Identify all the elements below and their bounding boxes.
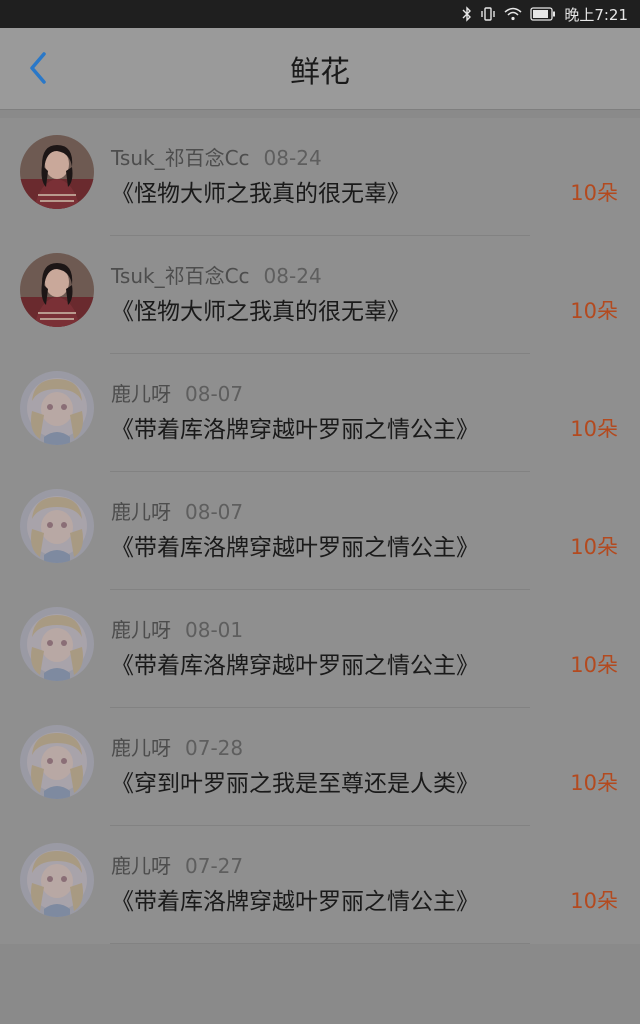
list-item[interactable]: 鹿儿呀 07-27 《带着库洛牌穿越叶罗丽之情公主》 10朵: [0, 826, 640, 944]
gift-date: 08-01: [185, 618, 244, 642]
avatar[interactable]: [20, 253, 94, 327]
top-navigation-bar: 鲜花: [0, 28, 640, 110]
flower-count: 10朵: [570, 889, 618, 913]
sender-meta: Tsuk_祁百念Cc 08-24: [111, 142, 322, 171]
gift-date: 07-28: [185, 736, 244, 760]
sender-meta: 鹿儿呀 07-28: [111, 732, 243, 761]
list-item[interactable]: 鹿儿呀 07-28 《穿到叶罗丽之我是至尊还是人类》 10朵: [0, 708, 640, 826]
avatar[interactable]: [20, 607, 94, 681]
vibrate-icon: [480, 6, 496, 22]
flower-gift-list: Tsuk_祁百念Cc 08-24 《怪物大师之我真的很无辜》 10朵 Tsuk_祁…: [0, 118, 640, 944]
wifi-icon: [504, 7, 522, 21]
avatar[interactable]: [20, 725, 94, 799]
sender-meta: 鹿儿呀 08-07: [111, 496, 243, 525]
gift-date: 08-07: [185, 382, 244, 406]
sender-meta: 鹿儿呀 08-01: [111, 614, 243, 643]
list-item[interactable]: 鹿儿呀 08-07 《带着库洛牌穿越叶罗丽之情公主》 10朵: [0, 354, 640, 472]
sender-name[interactable]: 鹿儿呀: [111, 736, 171, 760]
sender-name[interactable]: 鹿儿呀: [111, 500, 171, 524]
sender-name[interactable]: 鹿儿呀: [111, 382, 171, 406]
avatar[interactable]: [20, 843, 94, 917]
book-title[interactable]: 《带着库洛牌穿越叶罗丽之情公主》: [111, 646, 479, 680]
page-title: 鲜花: [290, 55, 350, 90]
divider: [110, 943, 530, 944]
battery-icon: [530, 7, 556, 21]
gift-date: 08-24: [263, 146, 322, 170]
status-bar: 晚上7:21: [0, 0, 640, 28]
book-title[interactable]: 《穿到叶罗丽之我是至尊还是人类》: [111, 764, 479, 798]
sender-name[interactable]: Tsuk_祁百念Cc: [111, 146, 250, 170]
flower-count: 10朵: [570, 299, 618, 323]
flower-count: 10朵: [570, 653, 618, 677]
status-time: 晚上7:21: [564, 5, 628, 24]
avatar[interactable]: [20, 135, 94, 209]
sender-meta: 鹿儿呀 08-07: [111, 378, 243, 407]
list-item[interactable]: Tsuk_祁百念Cc 08-24 《怪物大师之我真的很无辜》 10朵: [0, 236, 640, 354]
sender-meta: 鹿儿呀 07-27: [111, 850, 243, 879]
sender-name[interactable]: Tsuk_祁百念Cc: [111, 264, 250, 288]
sender-name[interactable]: 鹿儿呀: [111, 854, 171, 878]
gift-date: 07-27: [185, 854, 244, 878]
sender-name[interactable]: 鹿儿呀: [111, 618, 171, 642]
avatar[interactable]: [20, 371, 94, 445]
flower-count: 10朵: [570, 771, 618, 795]
avatar[interactable]: [20, 489, 94, 563]
gift-date: 08-24: [263, 264, 322, 288]
book-title[interactable]: 《怪物大师之我真的很无辜》: [111, 174, 410, 208]
book-title[interactable]: 《带着库洛牌穿越叶罗丽之情公主》: [111, 528, 479, 562]
gift-date: 08-07: [185, 500, 244, 524]
flower-count: 10朵: [570, 417, 618, 441]
list-item[interactable]: 鹿儿呀 08-01 《带着库洛牌穿越叶罗丽之情公主》 10朵: [0, 590, 640, 708]
sender-meta: Tsuk_祁百念Cc 08-24: [111, 260, 322, 289]
book-title[interactable]: 《怪物大师之我真的很无辜》: [111, 292, 410, 326]
list-item[interactable]: 鹿儿呀 08-07 《带着库洛牌穿越叶罗丽之情公主》 10朵: [0, 472, 640, 590]
flower-count: 10朵: [570, 535, 618, 559]
list-item[interactable]: Tsuk_祁百念Cc 08-24 《怪物大师之我真的很无辜》 10朵: [0, 118, 640, 236]
flower-count: 10朵: [570, 181, 618, 205]
bluetooth-icon: [462, 6, 472, 22]
book-title[interactable]: 《带着库洛牌穿越叶罗丽之情公主》: [111, 410, 479, 444]
book-title[interactable]: 《带着库洛牌穿越叶罗丽之情公主》: [111, 882, 479, 916]
